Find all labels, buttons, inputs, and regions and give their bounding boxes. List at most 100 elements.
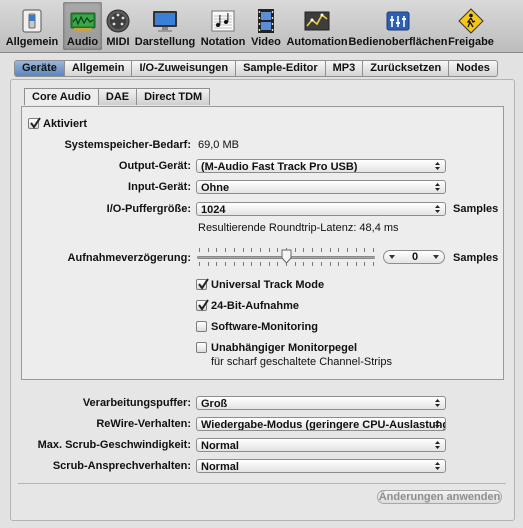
tab-dae[interactable]: DAE [98, 88, 138, 105]
slider-tick [321, 262, 322, 266]
slider-tick [269, 262, 270, 266]
buffer-size-label: I/O-Puffergröße: [106, 203, 191, 215]
slider-tick [251, 262, 252, 266]
slider-tick [338, 262, 339, 266]
tab-allgemein[interactable]: Allgemein [64, 60, 133, 77]
independent-monitor-level-checkbox[interactable] [196, 342, 207, 353]
slider-tick [277, 248, 278, 252]
toolbar-audio[interactable]: Audio [63, 2, 102, 50]
24bit-recording-checkbox[interactable] [196, 299, 209, 311]
recording-delay-value[interactable]: 0 [412, 251, 418, 264]
control-surface-icon [386, 11, 410, 31]
slider-tick [199, 262, 200, 266]
slider-knob[interactable] [281, 249, 292, 264]
scrub-speed-select[interactable]: Normal [196, 438, 446, 452]
tab-geraete[interactable]: Geräte [14, 60, 65, 77]
updown-arrows-icon [435, 441, 440, 449]
scrub-response-select[interactable]: Normal [196, 459, 446, 473]
notes-icon [211, 10, 235, 32]
updown-arrows-icon [435, 205, 440, 213]
slider-tick [234, 262, 235, 266]
switch-icon [22, 9, 42, 33]
universal-track-mode-label: Universal Track Mode [211, 279, 325, 291]
buffer-size-select[interactable]: 1024 [196, 202, 446, 216]
audio-tabs: Geräte Allgemein I/O-Zuweisungen Sample-… [14, 60, 498, 77]
slider-tick [347, 248, 348, 252]
rewire-behavior-select[interactable]: Wiedergabe-Modus (geringere CPU-Auslastu… [196, 417, 446, 431]
driver-tabs: Core Audio DAE Direct TDM [24, 88, 211, 105]
slider-tick [295, 262, 296, 266]
monitor-icon [153, 11, 177, 32]
slider-tick [216, 248, 217, 252]
increment-arrow-icon[interactable] [433, 254, 439, 260]
toolbar-freigabe[interactable]: Freigabe [447, 2, 495, 50]
preferences-toolbar: Allgemein Audio MIDI Darstellung Notatio… [0, 0, 523, 53]
slider-tick [208, 262, 209, 266]
tab-io-zuweisungen[interactable]: I/O-Zuweisungen [132, 60, 237, 77]
slider-tick [295, 248, 296, 252]
slider-tick [373, 262, 374, 266]
memory-label: Systemspeicher-Bedarf: [64, 139, 191, 151]
tab-core-audio[interactable]: Core Audio [24, 88, 99, 105]
slider-tick [260, 262, 261, 266]
tab-nodes[interactable]: Nodes [449, 60, 498, 77]
tab-mp3[interactable]: MP3 [325, 60, 364, 77]
updown-arrows-icon [435, 462, 440, 470]
processing-buffer-select[interactable]: Groß [196, 396, 446, 410]
slider-tick [243, 262, 244, 266]
toolbar-notation[interactable]: Notation [199, 2, 247, 50]
slider-tick [225, 248, 226, 252]
input-device-select[interactable]: Ohne [196, 180, 446, 194]
recording-delay-unit: Samples [453, 252, 499, 264]
independent-monitor-level-label: Unabhängiger Monitorpegel [211, 342, 358, 354]
software-monitoring-label: Software-Monitoring [211, 321, 318, 333]
slider-tick [303, 248, 304, 252]
roundtrip-latency: Resultierende Roundtrip-Latenz: 48,4 ms [198, 222, 399, 234]
slider-tick [260, 248, 261, 252]
slider-tick [338, 248, 339, 252]
toolbar-video[interactable]: Video [251, 2, 281, 50]
checkmark-icon [198, 299, 209, 311]
software-monitoring-checkbox[interactable] [196, 321, 207, 332]
toolbar-darstellung[interactable]: Darstellung [135, 2, 195, 50]
toolbar-automation[interactable]: Automation [286, 2, 348, 50]
rewire-behavior-label: ReWire-Verhalten: [96, 418, 191, 430]
toolbar-allgemein[interactable]: Allgemein [4, 2, 60, 50]
slider-tick [269, 248, 270, 252]
slider-tick [364, 262, 365, 266]
enable-core-audio-label: Aktiviert [43, 118, 88, 130]
processing-buffer-label: Verarbeitungspuffer: [82, 397, 191, 409]
automation-icon [304, 11, 330, 31]
recording-delay-stepper[interactable]: 0 [383, 250, 445, 264]
apply-changes-button[interactable]: Änderungen anwenden [377, 490, 502, 504]
slider-tick [373, 248, 374, 252]
divider [18, 483, 506, 484]
updown-arrows-icon [435, 420, 440, 428]
slider-tick [364, 248, 365, 252]
enable-core-audio-checkbox[interactable] [28, 117, 41, 129]
slider-tick [208, 248, 209, 252]
24bit-recording-label: 24-Bit-Aufnahme [211, 300, 300, 312]
slider-tick [312, 262, 313, 266]
tab-zuruecksetzen[interactable]: Zurücksetzen [363, 60, 450, 77]
checkmark-icon [198, 278, 209, 290]
updown-arrows-icon [435, 162, 440, 170]
updown-arrows-icon [435, 183, 440, 191]
tab-direct-tdm[interactable]: Direct TDM [137, 88, 211, 105]
output-device-select[interactable]: (M-Audio Fast Track Pro USB) [196, 159, 446, 173]
tab-sample-editor[interactable]: Sample-Editor [236, 60, 326, 77]
slider-tick [277, 262, 278, 266]
toolbar-bedienoberflaechen[interactable]: Bedienoberflächen [348, 2, 448, 50]
updown-arrows-icon [435, 399, 440, 407]
slider-tick [303, 262, 304, 266]
decrement-arrow-icon[interactable] [389, 254, 395, 260]
buffer-unit: Samples [453, 203, 499, 215]
slider-tick [356, 248, 357, 252]
scrub-response-label: Scrub-Ansprechverhalten: [52, 460, 191, 472]
slider-tick [321, 248, 322, 252]
slider-tick [347, 262, 348, 266]
toolbar-midi[interactable]: MIDI [104, 2, 132, 50]
universal-track-mode-checkbox[interactable] [196, 278, 209, 290]
slider-tick [199, 248, 200, 252]
slider-tick [312, 248, 313, 252]
